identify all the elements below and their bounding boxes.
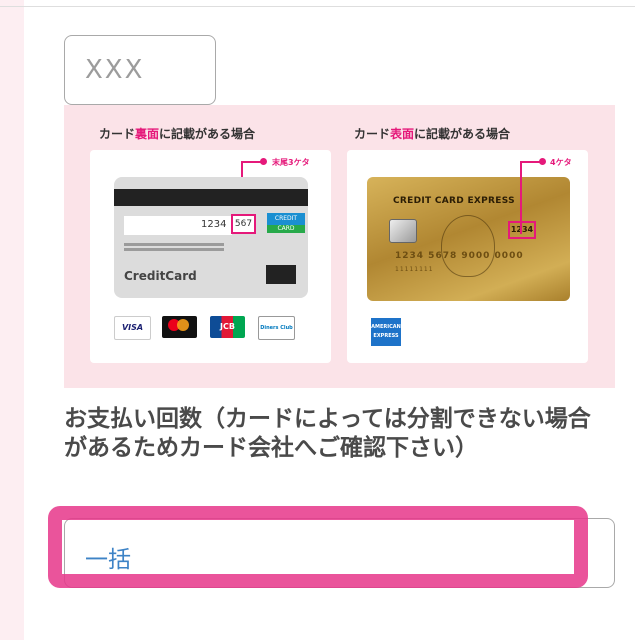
magnetic-stripe	[114, 189, 308, 206]
chip-icon	[389, 219, 417, 243]
security-code-guide-image: カード裏面に記載がある場合 末尾3ケタ 1234 567 CREDIT CARD…	[64, 105, 615, 388]
back-callout-dot	[260, 158, 267, 165]
installments-label: お支払い回数（カードによっては分割できない場合があるためカード会社へご確認下さい…	[64, 406, 591, 461]
card-front-illustration: CREDIT CARD EXPRESS 1234 1234 5678 9000 …	[367, 177, 570, 301]
back-title-suffix: に記載がある場合	[159, 127, 256, 141]
back-title-highlight: 裏面	[135, 127, 160, 141]
back-side-card-box: 末尾3ケタ 1234 567 CREDIT CARD CreditCard VI…	[90, 150, 331, 363]
back-side-title: カード裏面に記載がある場合	[99, 125, 255, 142]
front-code-highlight: 1234	[508, 221, 536, 239]
back-lines	[124, 243, 224, 246]
front-title-suffix: に記載がある場合	[414, 127, 511, 141]
gold-card-small-digits: 11111111	[395, 266, 434, 273]
back-title-prefix: カード	[99, 127, 136, 141]
front-title-highlight: 表面	[390, 127, 415, 141]
gold-card-title: CREDIT CARD EXPRESS	[393, 196, 515, 206]
card-back-illustration: 1234 567 CREDIT CARD CreditCard	[114, 177, 308, 298]
emblem-icon	[441, 215, 495, 277]
amex-logo: AMERICAN EXPRESS	[371, 318, 401, 346]
mastercard-text: mastercard	[163, 338, 196, 344]
mastercard-logo: mastercard	[162, 316, 197, 344]
security-code-input[interactable]	[64, 35, 216, 105]
badge-line-2: CARD	[267, 225, 305, 233]
front-callout-label: 4ケタ	[550, 158, 572, 167]
front-side-title: カード表面に記載がある場合	[354, 125, 510, 142]
visa-logo: VISA	[114, 316, 151, 340]
front-callout-dot	[539, 158, 546, 165]
gold-card-number: 1234 5678 9000 0000	[395, 251, 524, 261]
front-side-card-box: CREDIT CARD EXPRESS 1234 1234 5678 9000 …	[347, 150, 588, 363]
badge-line-1: CREDIT	[274, 215, 298, 222]
back-mark-icon	[266, 265, 296, 284]
back-callout-label: 末尾3ケタ	[272, 158, 310, 167]
jcb-logo: JCB	[210, 316, 245, 338]
credit-card-badge: CREDIT CARD	[267, 213, 305, 233]
top-divider	[0, 6, 635, 7]
back-cvv-highlight: 567	[231, 214, 256, 234]
front-callout-line	[520, 161, 522, 234]
highlight-marker	[48, 506, 588, 588]
back-card-number: 1234	[201, 219, 227, 230]
front-title-prefix: カード	[354, 127, 391, 141]
card-brand-text: CreditCard	[124, 269, 197, 283]
diners-logo: Diners Club	[258, 316, 295, 340]
